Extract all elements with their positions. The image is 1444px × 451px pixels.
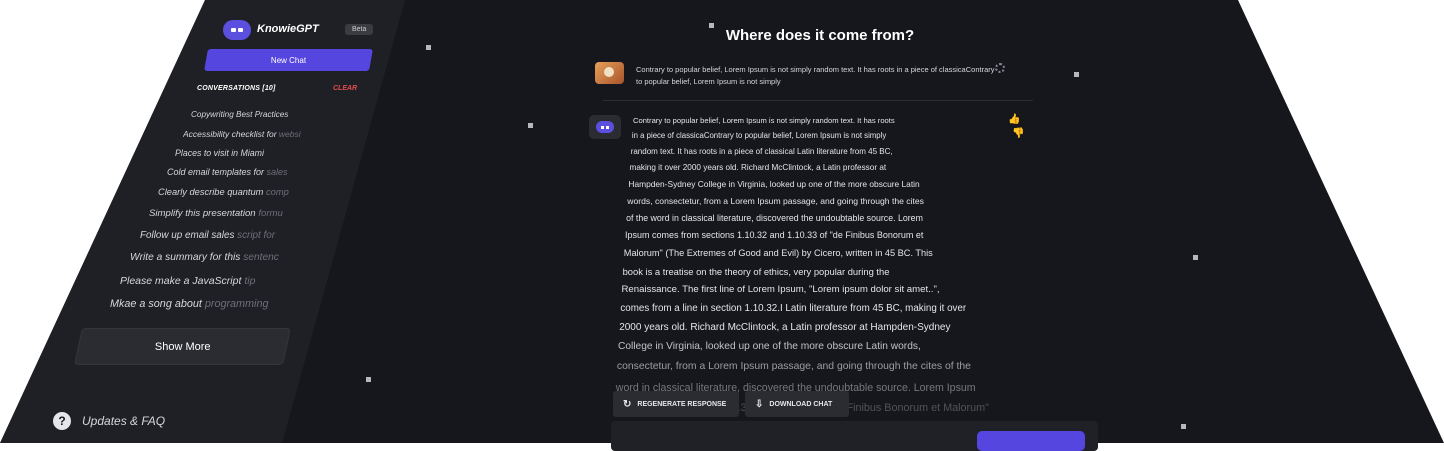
download-icon: ⇩ [755, 398, 764, 410]
regenerate-response-button[interactable]: ↻ REGENERATE RESPONSE [613, 391, 739, 417]
new-chat-button[interactable]: New Chat [204, 49, 373, 71]
conversation-item[interactable]: Accessibility checklist for websi [183, 129, 338, 139]
edit-message-icon[interactable] [995, 63, 1005, 73]
thumbs-up-icon[interactable]: 👍 [1008, 114, 1020, 125]
answer-line: comes from a line in section 1.10.32.I L… [620, 302, 967, 314]
conversation-item[interactable]: Simplify this presentation formu [149, 208, 314, 219]
refresh-icon: ↻ [623, 398, 632, 410]
answer-line: Hampden-Sydney College in Virginia, look… [628, 178, 920, 189]
updates-faq-link[interactable]: Updates & FAQ [82, 414, 165, 428]
answer-line: 2000 years old. Richard McClintock, a La… [619, 321, 951, 333]
app-name: KnowieGPT [257, 23, 319, 35]
conversation-item-label-faded: websi [278, 129, 301, 139]
decorative-dot [366, 377, 371, 382]
conversation-item[interactable]: Places to visit in Miami [175, 148, 315, 158]
conversation-item-label: Places to visit in Miami [175, 148, 264, 158]
conversation-item-label: Accessibility checklist for [183, 129, 279, 139]
user-message: Contrary to popular belief, Lorem Ipsum … [636, 65, 995, 86]
conversation-item-label: Please make a JavaScript [120, 275, 245, 287]
conversation-item-label-faded: script for [237, 230, 276, 241]
decorative-dot [1181, 424, 1186, 429]
answer-line: of the word in classical literature, dis… [626, 212, 923, 223]
conversation-item[interactable]: Clearly describe quantum comp [158, 187, 318, 197]
download-chat-button[interactable]: ⇩ DOWNLOAD CHAT [745, 391, 849, 417]
conversation-item-label: Cold email templates for [167, 167, 267, 177]
conversation-item-label-faded: sales [266, 167, 288, 177]
conversation-item-label-faded: formu [258, 208, 283, 219]
answer-line: making it over 2000 years old. Richard M… [629, 162, 887, 172]
regenerate-label: REGENERATE RESPONSE [637, 400, 727, 408]
conversation-item-label-faded: comp [266, 187, 289, 197]
answer-line: College in Virginia, looked up one of th… [618, 341, 921, 353]
conversation-item-label-faded: programming [204, 298, 269, 310]
answer-line: consectetur, from a Lorem Ipsum passage,… [616, 361, 971, 373]
user-avatar [595, 62, 624, 84]
answer-line: Malorum" (The Extremes of Good and Evil)… [623, 247, 933, 258]
decorative-dot [426, 45, 431, 50]
conversation-item-label: Mkae a song about [110, 298, 205, 310]
conversation-item[interactable]: Mkae a song about programming [110, 298, 285, 310]
conversation-item-label-faded: sentenc [243, 252, 279, 263]
bot-avatar [589, 115, 621, 139]
new-chat-label: New Chat [270, 55, 307, 65]
answer-line: Contrary to popular belief, Lorem Ipsum … [633, 116, 895, 125]
chat-title: Where does it come from? [725, 27, 915, 44]
conversations-header: CONVERSATIONS [10] [197, 85, 276, 92]
answer-line: in a piece of classicaContrary to popula… [631, 131, 887, 141]
answer-line: random text. It has roots in a piece of … [630, 146, 893, 156]
decorative-dot [528, 123, 533, 128]
show-more-button[interactable]: Show More [74, 328, 291, 365]
knowiegpt-logo-icon [223, 20, 251, 40]
help-icon[interactable]: ? [53, 412, 71, 430]
conversation-item-label: Clearly describe quantum [158, 187, 266, 197]
decorative-dot [709, 23, 714, 28]
conversation-item-label: Copywriting Best Practices [191, 110, 289, 119]
conversation-item[interactable]: Write a summary for this sentenc [130, 252, 305, 263]
conversation-item-label: Follow up email sales [140, 230, 238, 241]
decorative-dot [1193, 255, 1198, 260]
answer-line: book is a treatise on the theory of ethi… [622, 265, 890, 277]
decorative-dot [1074, 72, 1079, 77]
show-more-label: Show More [154, 340, 211, 353]
conversation-item[interactable]: Copywriting Best Practices [191, 110, 321, 119]
conversation-item[interactable]: Follow up email sales script for [140, 230, 295, 241]
conversation-item-label: Write a summary for this [130, 252, 244, 263]
clear-conversations-button[interactable]: CLEAR [333, 85, 357, 92]
answer-line: Ipsum comes from sections 1.10.32 and 1.… [625, 229, 924, 240]
conversation-item-label-faded: tip [244, 275, 256, 287]
conversation-item-label: Simplify this presentation [149, 208, 259, 219]
conversation-item[interactable]: Please make a JavaScript tip [120, 275, 270, 287]
conversation-item[interactable]: Cold email templates for sales [167, 167, 312, 177]
thumbs-down-icon[interactable]: 👎 [1012, 128, 1024, 139]
message-divider [603, 100, 1033, 101]
send-button[interactable] [977, 431, 1085, 451]
download-label: DOWNLOAD CHAT [769, 400, 833, 408]
answer-line: Renaissance. The first line of Lorem Ips… [621, 284, 940, 295]
bot-logo-icon [596, 121, 614, 133]
beta-badge: Beta [345, 24, 374, 35]
answer-line: words, consectetur, from a Lorem Ipsum p… [627, 195, 924, 206]
